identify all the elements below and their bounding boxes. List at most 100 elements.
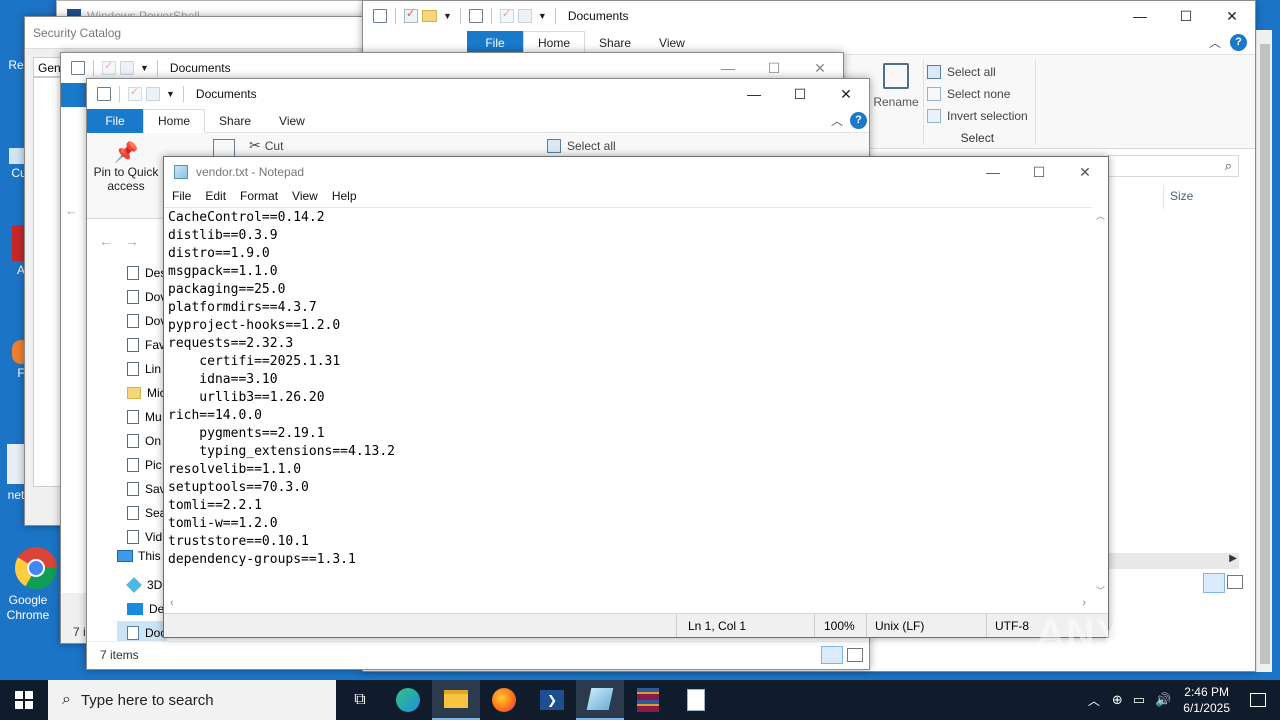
chevron-up-icon[interactable]: ︿ xyxy=(831,112,843,129)
checkmark-icon[interactable] xyxy=(102,59,116,75)
tab-home[interactable]: Home xyxy=(143,108,206,133)
network-icon[interactable]: ▭ xyxy=(1133,692,1145,708)
taskbar-firefox[interactable] xyxy=(480,680,528,720)
maximize-icon[interactable]: ☐ xyxy=(1016,157,1062,187)
nav-item[interactable]: Vid xyxy=(127,525,166,549)
network-drive-icon[interactable]: ⊕ xyxy=(1112,692,1123,708)
column-header-size[interactable]: Size xyxy=(1163,185,1243,209)
properties-icon[interactable] xyxy=(468,9,483,23)
chevron-down-icon[interactable]: ▼ xyxy=(140,63,149,73)
nav-item[interactable]: Sea xyxy=(127,501,166,525)
new-folder-icon[interactable] xyxy=(422,10,437,22)
minimize-icon[interactable]: — xyxy=(731,79,777,109)
clock[interactable]: 2:46 PM 6/1/2025 xyxy=(1183,684,1230,716)
desktop-icon-chrome[interactable]: Google Chrome xyxy=(6,546,66,623)
tab-file[interactable]: File xyxy=(87,108,143,133)
large-icons-view-icon[interactable] xyxy=(1227,575,1243,589)
horizontal-scrollbar[interactable]: ▶ xyxy=(1107,553,1239,569)
text-editor[interactable]: CacheControl==0.14.2 distlib==0.3.9 dist… xyxy=(164,207,1092,597)
details-view-icon[interactable] xyxy=(821,646,843,664)
help-icon[interactable]: ? xyxy=(1230,34,1247,51)
nav-item[interactable]: On xyxy=(127,429,166,453)
menu-view[interactable]: View xyxy=(292,189,318,203)
checkmark-icon[interactable] xyxy=(128,85,142,101)
tab-share[interactable]: Share xyxy=(205,109,265,133)
nav-item[interactable]: Mu xyxy=(127,405,166,429)
cut-button[interactable]: ✂ Cut xyxy=(249,137,283,154)
properties-icon[interactable] xyxy=(71,61,85,75)
nav-item[interactable]: Fav xyxy=(127,333,166,357)
taskbar-notepad[interactable] xyxy=(576,680,624,720)
pin-to-quick-access-button[interactable]: 📌 Pin to Quick access xyxy=(93,141,159,193)
select-all-button[interactable]: Select all xyxy=(927,61,1028,83)
menu-format[interactable]: Format xyxy=(240,189,278,203)
start-button[interactable] xyxy=(0,680,48,720)
menu-help[interactable]: Help xyxy=(332,189,357,203)
chevron-down-icon[interactable]: ▼ xyxy=(538,11,547,21)
minimize-icon[interactable]: — xyxy=(970,157,1016,187)
properties-icon[interactable] xyxy=(97,87,111,101)
rename-button[interactable]: Rename xyxy=(871,63,921,109)
menu-file[interactable]: File xyxy=(172,189,191,203)
folder-icon[interactable] xyxy=(146,87,160,101)
close-icon[interactable]: ✕ xyxy=(823,79,869,109)
chevron-down-icon[interactable]: ▼ xyxy=(443,11,452,21)
volume-icon[interactable]: 🔊 xyxy=(1155,692,1171,708)
taskbar-file-explorer[interactable] xyxy=(432,680,480,720)
folder-icon[interactable] xyxy=(517,9,532,23)
nav-item-3d-objects[interactable]: 3D xyxy=(126,573,162,597)
search-box[interactable]: ⌕ xyxy=(1107,155,1239,177)
maximize-icon[interactable]: ☐ xyxy=(1163,1,1209,31)
folder-icon[interactable] xyxy=(120,61,134,75)
tab-home[interactable]: Home xyxy=(523,30,586,55)
details-view-icon[interactable] xyxy=(1203,573,1225,593)
tab-share[interactable]: Share xyxy=(585,31,645,55)
taskbar-edge[interactable] xyxy=(384,680,432,720)
large-icons-view-icon[interactable] xyxy=(847,648,863,662)
scroll-right-icon[interactable]: ▶ xyxy=(1229,553,1237,564)
vertical-scrollbar[interactable]: ︿ ﹀ xyxy=(1092,207,1108,597)
copy-icon[interactable] xyxy=(213,139,235,157)
tab-view[interactable]: View xyxy=(265,109,319,133)
nav-item-this-pc[interactable]: This xyxy=(117,549,161,563)
chevron-down-icon[interactable]: ▼ xyxy=(166,89,175,99)
taskbar-document[interactable] xyxy=(672,680,720,720)
close-icon[interactable]: ✕ xyxy=(1209,1,1255,31)
select-all-button[interactable]: Select all xyxy=(547,139,616,153)
maximize-icon[interactable]: ☐ xyxy=(777,79,823,109)
nav-item[interactable]: Des xyxy=(127,261,166,285)
nav-item[interactable]: Mic xyxy=(127,381,166,405)
nav-item[interactable]: Pic xyxy=(127,453,166,477)
nav-item[interactable]: Dov xyxy=(127,309,166,333)
scroll-left-icon[interactable]: ‹ xyxy=(170,597,174,609)
scroll-down-icon[interactable]: ﹀ xyxy=(1096,584,1105,597)
taskbar-powershell[interactable]: ❯ xyxy=(528,680,576,720)
notifications-icon[interactable] xyxy=(1250,693,1266,707)
nav-item[interactable]: Lin xyxy=(127,357,166,381)
chevron-up-icon[interactable]: ︿ xyxy=(1088,692,1100,709)
notepad-window[interactable]: vendor.txt - Notepad — ☐ ✕ File Edit For… xyxy=(163,156,1109,638)
horizontal-scrollbar[interactable]: ‹ › xyxy=(164,597,1092,613)
tab-file[interactable] xyxy=(61,83,87,107)
taskbar-winrar[interactable] xyxy=(624,680,672,720)
chevron-up-icon[interactable]: ︿ xyxy=(1209,34,1221,51)
checkmark-icon[interactable] xyxy=(404,7,418,23)
checkmark-icon[interactable] xyxy=(499,7,514,23)
vertical-scrollbar[interactable] xyxy=(1256,30,1272,672)
forward-arrow-icon[interactable]: → xyxy=(125,233,139,249)
select-none-button[interactable]: Select none xyxy=(927,83,1028,105)
nav-item[interactable]: Sav xyxy=(127,477,166,501)
invert-selection-button[interactable]: Invert selection xyxy=(927,105,1028,127)
properties-icon[interactable] xyxy=(373,9,387,23)
scroll-right-icon[interactable]: › xyxy=(1082,597,1086,609)
close-icon[interactable]: ✕ xyxy=(1062,157,1108,187)
minimize-icon[interactable]: — xyxy=(1117,1,1163,31)
nav-item[interactable]: Dov xyxy=(127,285,166,309)
scrollbar-thumb[interactable] xyxy=(1260,44,1270,664)
task-view-button[interactable]: ⧉ xyxy=(336,680,384,720)
menu-edit[interactable]: Edit xyxy=(205,189,226,203)
help-icon[interactable]: ? xyxy=(850,112,867,129)
scroll-up-icon[interactable]: ︿ xyxy=(1096,209,1105,222)
tab-view[interactable]: View xyxy=(645,31,699,55)
tab-file[interactable]: File xyxy=(467,30,523,55)
